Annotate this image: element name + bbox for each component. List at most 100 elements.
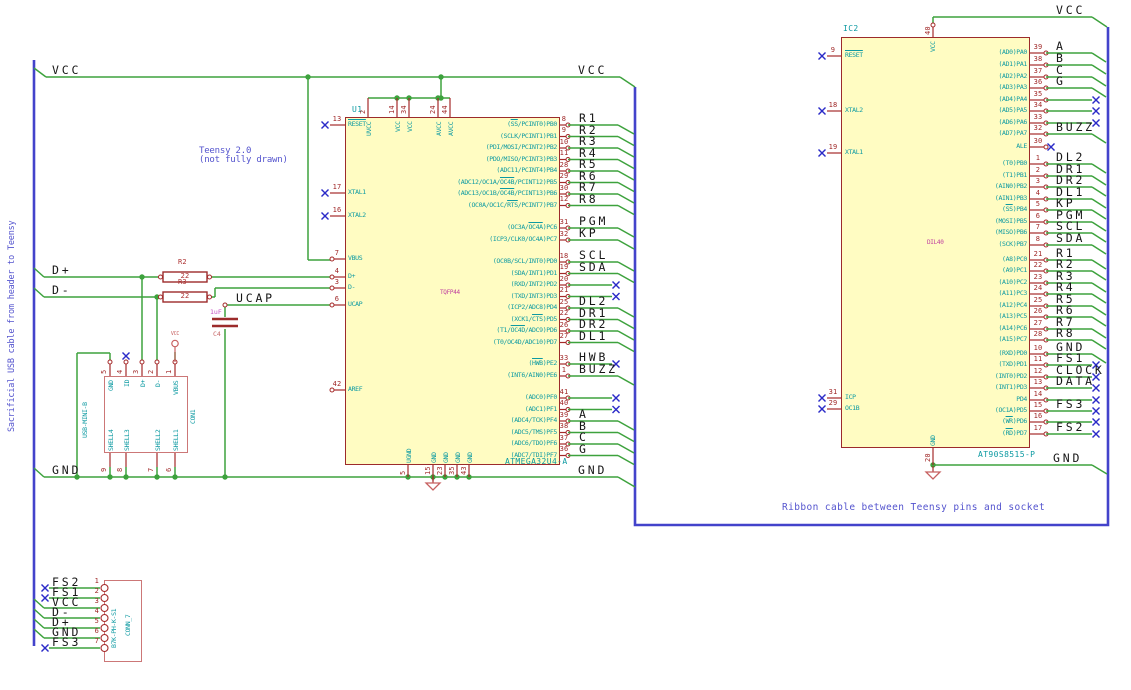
wire-segment [33, 467, 45, 478]
pin-name: (ADC13/OC1B/OC4B/PCINT13)PB6 [457, 189, 557, 197]
pin-number: 12 [559, 195, 569, 203]
pin-number: 39 [559, 410, 569, 419]
pin-name: (AD0)PA0 [998, 48, 1027, 56]
junction-dot [438, 95, 444, 101]
pin-name: (ADC4/TCK)PF4 [510, 416, 558, 424]
net-label-vcc: VCC [578, 63, 608, 77]
pin-number: 28 [1033, 329, 1043, 338]
pin-number: 23 [1033, 272, 1043, 281]
pin-name: (ADC11/PCINT4)PB4 [496, 166, 557, 174]
pin-name: (INT0)PD2 [994, 372, 1027, 380]
bus-entry [617, 307, 635, 318]
pin-name: (A14)PC6 [998, 324, 1027, 332]
pin-name: SHELL1 [171, 429, 180, 451]
note-sacrificial-usb-cable: Sacrificial USB cable from header to Tee… [7, 220, 17, 432]
pin-number: 38 [1033, 54, 1043, 63]
pin-name: UVCC [364, 121, 373, 136]
bus-entry [1091, 232, 1107, 243]
pin-number: 19 [559, 263, 569, 271]
pin-number: 6 [165, 467, 173, 472]
pin-number: 15 [424, 466, 432, 475]
pin-number: 38 [559, 422, 569, 430]
pin-number: 25 [559, 297, 569, 306]
pin-number: 12 [1033, 366, 1043, 375]
pin-terminal [329, 256, 335, 262]
pin-number: 6 [334, 294, 340, 303]
net-label-r8: R8 [1056, 326, 1076, 340]
pin-terminal [154, 359, 160, 365]
bus-entry [1091, 87, 1107, 98]
pin-name: VCC [928, 41, 937, 52]
component-reference: CONN_7 [124, 614, 132, 636]
bus-entry [617, 443, 635, 454]
component-value: DIL40 [927, 239, 944, 246]
pin-number: 31 [559, 217, 569, 226]
ground-icon [424, 482, 442, 491]
pin-name: (TXD/INT3)PD3 [510, 291, 558, 300]
note-teensy: Teensy 2.0 (not fully drawn) [199, 146, 288, 166]
junction-dot [139, 274, 145, 280]
pin-number: 41 [559, 387, 569, 396]
pin-number: 16 [332, 205, 342, 214]
pin-name: (AIN1)PB3 [994, 194, 1027, 202]
pin-number: 24 [429, 105, 437, 114]
pin-name: D+ [348, 272, 356, 280]
pin-number: 7 [147, 467, 155, 472]
pin-number: 7 [334, 248, 340, 257]
vcc-flag-label: VCC [170, 331, 180, 337]
bus-entry [1091, 64, 1107, 75]
pin-number: 39 [1033, 42, 1043, 51]
pin-number: 1 [561, 365, 567, 374]
bus-entry [617, 431, 635, 443]
pin-name: D- [348, 283, 356, 291]
pin-name: GND [106, 380, 115, 392]
pin-number: 44 [441, 105, 449, 114]
pin-name: (WR)PD6 [1002, 417, 1027, 425]
pin-name: VCC [405, 121, 414, 133]
pin-name: GND [441, 452, 450, 463]
component-value: 22 [180, 291, 190, 300]
pin-number: 10 [1033, 343, 1043, 352]
pin-number: 3 [1035, 176, 1041, 185]
pin-terminal [100, 583, 109, 593]
pin-name: (SCK)PB7 [998, 240, 1027, 248]
net-label-g: G [1056, 74, 1066, 88]
pin-number: 7 [94, 637, 99, 645]
bus-entry [1091, 293, 1107, 304]
pin-terminal [100, 643, 109, 653]
bus-entry [1091, 198, 1107, 209]
pin-number: 2 [359, 109, 367, 114]
bus-entry [617, 261, 635, 272]
bus-entry [617, 193, 635, 204]
net-label-fs2: FS2 [1056, 420, 1086, 434]
note-ribbon-cable: Ribbon cable between Teensy pins and soc… [782, 502, 1046, 513]
net-label-fs3: FS3 [1056, 397, 1086, 411]
bus-entry [1091, 133, 1107, 144]
component-part-name: AT90S8515-P [978, 450, 1036, 459]
bus-entry [1091, 328, 1107, 339]
pin-number: 18 [828, 100, 838, 109]
pin-name: AREF [348, 385, 363, 393]
wire-layer [32, 16, 1110, 653]
net-label-g: G [579, 441, 589, 456]
pin-number: 29 [828, 398, 838, 407]
pin-name: (SDA/INT1)PD1 [510, 268, 558, 277]
pin-name: (A15)PC7 [998, 335, 1027, 343]
bus-entry [1091, 339, 1107, 350]
wire-segment [617, 476, 636, 488]
pin-number: 11 [559, 149, 569, 157]
pin-number: 35 [448, 466, 456, 475]
pin-name: GND [928, 435, 937, 446]
pin-name: (A8)PC0 [1002, 255, 1027, 263]
bus-entry [617, 330, 635, 341]
component-reference: C4 [213, 330, 221, 338]
component-part-name: USB-MINI-B [81, 402, 89, 438]
pin-number: 8 [1035, 234, 1041, 243]
component-value: 1uF [210, 308, 222, 316]
pin-number: 26 [1033, 306, 1043, 315]
pin-name: (OC0A/OC1C/RTS/PCINT7)PB7 [467, 200, 557, 209]
pin-name: (A9)PC1 [1002, 266, 1027, 274]
pin-number: 31 [828, 387, 838, 396]
pin-name: (SS/PCINT0)PB0 [507, 120, 557, 128]
net-label-dl1: DL1 [579, 328, 609, 343]
